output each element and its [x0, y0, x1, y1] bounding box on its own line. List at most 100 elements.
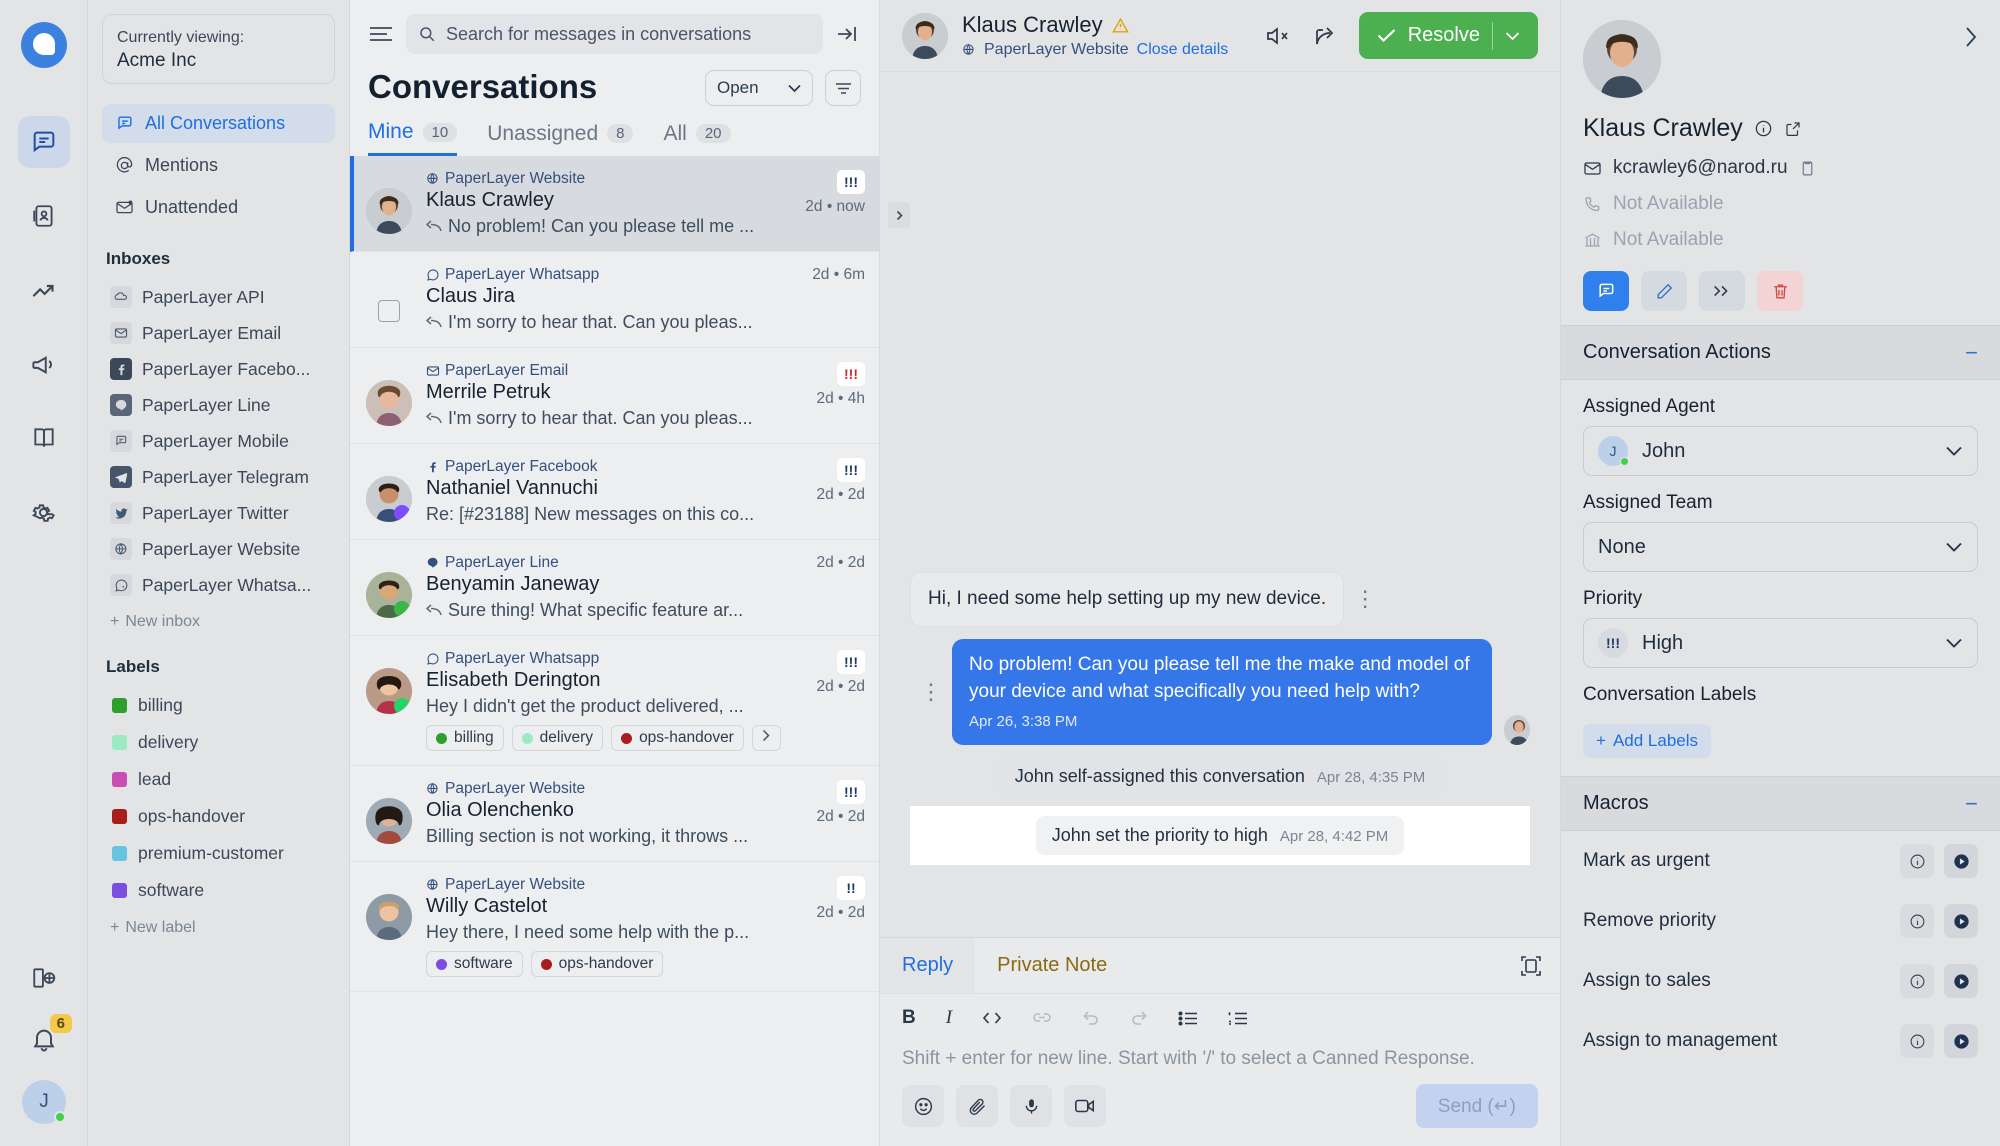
collapse-panel-icon[interactable] [835, 24, 861, 44]
contact-email[interactable]: kcrawley6@narod.ru [1613, 157, 1788, 179]
conversation-item[interactable]: PaperLayer Email Merrile Petruk I'm sorr… [350, 348, 879, 444]
redo-icon[interactable] [1130, 1010, 1148, 1026]
sidebar-label-premium-customer[interactable]: premium-customer [102, 835, 335, 872]
expand-sidebar-toggle[interactable] [888, 202, 910, 228]
sidebar-inbox-paperlayer-line[interactable]: PaperLayer Line [102, 387, 335, 423]
priority-select[interactable]: !!! High [1583, 618, 1978, 668]
account-selector[interactable]: Currently viewing: Acme Inc [102, 14, 335, 85]
expand-icon[interactable] [1520, 955, 1542, 977]
rail-item-settings[interactable] [18, 486, 70, 538]
sidebar-inbox-paperlayer-api[interactable]: PaperLayer API [102, 279, 335, 315]
macros-header[interactable]: Macros − [1561, 776, 2000, 831]
rail-item-contacts[interactable] [18, 190, 70, 242]
conversation-actions-header[interactable]: Conversation Actions − [1561, 325, 2000, 380]
notifications-button[interactable]: 6 [30, 1014, 72, 1054]
sidebar-inbox-paperlayer-facebook[interactable]: PaperLayer Facebo... [102, 351, 335, 387]
tab-private-note[interactable]: Private Note [975, 938, 1129, 993]
conversation-item[interactable]: PaperLayer Website Klaus Crawley No prob… [350, 156, 879, 252]
italic-icon[interactable]: I [946, 1007, 952, 1029]
sidebar-label-software[interactable]: software [102, 872, 335, 909]
tab-mine[interactable]: Mine 10 [368, 120, 458, 156]
numbered-list-icon[interactable] [1228, 1011, 1248, 1026]
rail-item-portal[interactable] [18, 952, 70, 1004]
merge-icon-wrap[interactable] [1699, 271, 1745, 311]
chevron-down-icon[interactable] [1505, 31, 1520, 41]
message-bubble[interactable]: Hi, I need some help setting up my new d… [910, 572, 1345, 627]
message-menu-icon[interactable]: ⋮ [1344, 588, 1386, 610]
sidebar-label-lead[interactable]: lead [102, 761, 335, 798]
ed-pencil-icon-wrap[interactable] [1641, 271, 1687, 311]
code-icon[interactable] [982, 1010, 1002, 1026]
status-filter-select[interactable]: Open [705, 70, 813, 106]
rail-item-help-center[interactable] [18, 412, 70, 464]
copy-icon[interactable] [1799, 160, 1816, 177]
rail-item-reports[interactable] [18, 264, 70, 316]
rail-item-conversations[interactable] [17, 116, 70, 168]
new-label-button[interactable]: + New label [102, 909, 335, 941]
label-chip[interactable]: billing [426, 725, 504, 751]
user-avatar[interactable]: J [22, 1080, 66, 1124]
rail-item-campaigns[interactable] [18, 338, 70, 390]
add-labels-button[interactable]: + Add Labels [1583, 724, 1712, 758]
macro-item[interactable]: Assign to management [1561, 1011, 2000, 1071]
info-icon[interactable] [1900, 1024, 1934, 1058]
sidebar-inbox-paperlayer-website[interactable]: PaperLayer Website [102, 531, 335, 567]
microphone-icon[interactable] [1010, 1085, 1052, 1127]
label-chip[interactable]: software [426, 951, 523, 977]
filter-button[interactable] [825, 70, 861, 106]
conversation-item[interactable]: PaperLayer Website Willy Castelot Hey th… [350, 862, 879, 992]
collapse-minus-icon[interactable]: − [1965, 341, 1978, 364]
conversation-item[interactable]: PaperLayer Line Benyamin Janeway Sure th… [350, 540, 879, 636]
message-menu-icon[interactable]: ⋮ [910, 681, 952, 703]
sidebar-label-delivery[interactable]: delivery [102, 724, 335, 761]
message-icon[interactable] [1583, 271, 1629, 311]
mute-icon[interactable] [1265, 25, 1291, 47]
info-icon[interactable] [1900, 844, 1934, 878]
label-chip[interactable]: delivery [511, 725, 604, 751]
conversation-checkbox[interactable] [378, 300, 400, 322]
bullet-list-icon[interactable] [1178, 1010, 1198, 1026]
conversation-item[interactable]: PaperLayer Website Olia Olenchenko Billi… [350, 766, 879, 862]
assigned-team-select[interactable]: None [1583, 522, 1978, 572]
sidebar-label-ops-handover[interactable]: ops-handover [102, 798, 335, 835]
conversation-item[interactable]: PaperLayer Facebook Nathaniel Vannuchi R… [350, 444, 879, 540]
resolve-button[interactable]: Resolve [1358, 12, 1538, 59]
info-icon[interactable] [1900, 904, 1934, 938]
bold-icon[interactable]: B [902, 1007, 916, 1029]
send-button[interactable]: Send (↵) [1415, 1084, 1538, 1128]
info-icon[interactable] [1754, 119, 1773, 138]
label-chip[interactable]: ops-handover [611, 725, 744, 751]
emoji-icon[interactable] [902, 1085, 944, 1127]
run-macro-icon[interactable] [1944, 844, 1978, 878]
delete-trash-icon-wrap[interactable] [1757, 271, 1803, 311]
tab-reply[interactable]: Reply [880, 938, 976, 993]
more-labels-button[interactable] [751, 725, 781, 751]
undo-icon[interactable] [1082, 1010, 1100, 1026]
hamburger-menu-icon[interactable] [368, 25, 394, 43]
macro-item[interactable]: Mark as urgent [1561, 831, 2000, 891]
reply-textarea[interactable]: Shift + enter for new line. Start with '… [880, 1042, 1560, 1070]
collapse-minus-icon[interactable]: − [1965, 792, 1978, 815]
info-icon[interactable] [1900, 964, 1934, 998]
run-macro-icon[interactable] [1944, 1024, 1978, 1058]
new-inbox-button[interactable]: + New inbox [102, 603, 335, 635]
macro-item[interactable]: Remove priority [1561, 891, 2000, 951]
link-icon[interactable] [1032, 1011, 1052, 1025]
sidebar-item-all-conversations[interactable]: All Conversations [102, 104, 335, 144]
conversation-item[interactable]: PaperLayer Whatsapp Claus Jira I'm sorry… [350, 252, 879, 348]
sidebar-inbox-paperlayer-email[interactable]: PaperLayer Email [102, 315, 335, 351]
sidebar-item-unattended[interactable]: Unattended [102, 188, 335, 227]
sidebar-inbox-paperlayer-twitter[interactable]: PaperLayer Twitter [102, 495, 335, 531]
attachment-icon[interactable] [956, 1085, 998, 1127]
messages-area[interactable]: Hi, I need some help setting up my new d… [880, 72, 1560, 937]
sidebar-inbox-paperlayer-telegram[interactable]: PaperLayer Telegram [102, 459, 335, 495]
video-call-icon[interactable] [1064, 1085, 1106, 1127]
close-details-link[interactable]: Close details [1137, 41, 1229, 59]
run-macro-icon[interactable] [1944, 964, 1978, 998]
sidebar-inbox-paperlayer-mobile[interactable]: PaperLayer Mobile [102, 423, 335, 459]
macro-item[interactable]: Assign to sales [1561, 951, 2000, 1011]
tab-all[interactable]: All 20 [663, 120, 731, 156]
sidebar-label-billing[interactable]: billing [102, 687, 335, 724]
search-input[interactable]: Search for messages in conversations [406, 14, 823, 54]
label-chip[interactable]: ops-handover [530, 951, 664, 977]
